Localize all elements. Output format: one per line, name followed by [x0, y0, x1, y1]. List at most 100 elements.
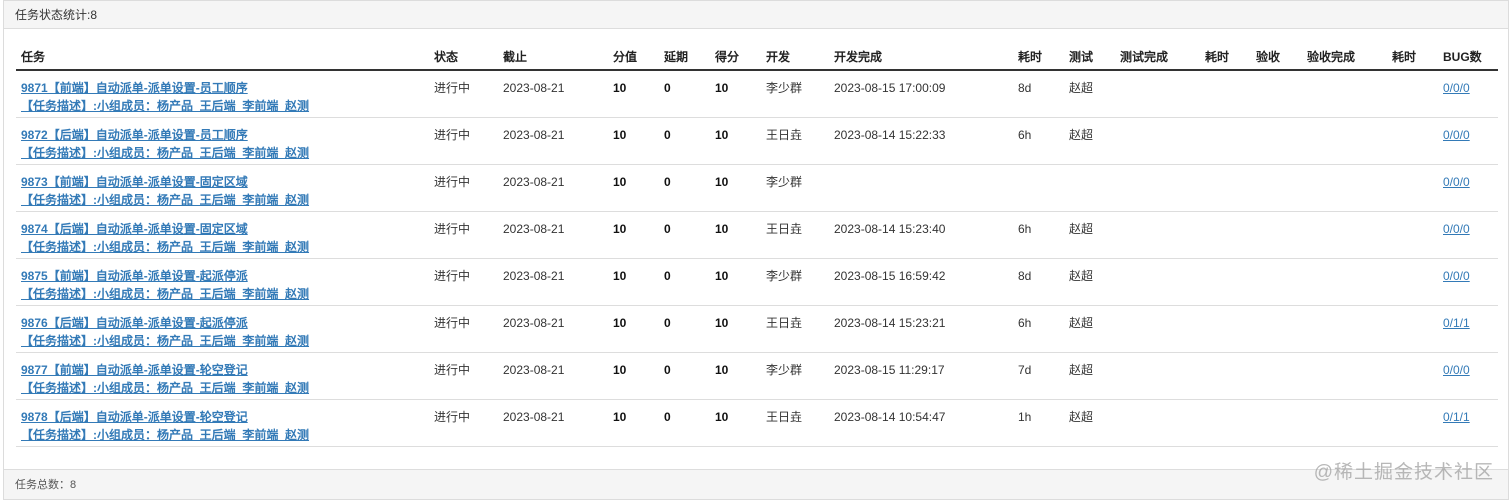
col-header-deadline: 截止 [498, 44, 608, 71]
accept-done-cell-text [1307, 400, 1387, 408]
dev-done-cell-text: 2023-08-15 11:29:17 [834, 363, 945, 377]
test-time-cell-text [1205, 71, 1251, 79]
col-header-test-done: 测试完成 [1115, 44, 1200, 71]
task-status-panel: 任务状态统计:8 任务 状态 截止 分值 延期 得分 开发 开发完成 耗时 测试… [3, 0, 1509, 500]
accept-time-cell-text [1392, 71, 1438, 79]
points-cell: 10 [710, 305, 761, 353]
task-description-link[interactable]: 【任务描述】:小组成员：杨产品_王后端_李前端_赵测 [21, 379, 429, 397]
test-done-cell-text [1120, 165, 1200, 173]
points-cell-text: 10 [715, 128, 729, 142]
accept-done-cell [1302, 117, 1387, 165]
task-cell-content: 9873【前端】自动派单-派单设置-固定区域 【任务描述】:小组成员：杨产品_王后… [21, 165, 429, 209]
score-cell: 10 [608, 352, 659, 400]
col-header-points: 得分 [710, 44, 761, 71]
points-cell-text: 10 [715, 175, 729, 189]
tester-cell: 赵超 [1064, 211, 1115, 259]
tester-cell-text: 赵超 [1069, 269, 1094, 283]
task-title-link[interactable]: 9877【前端】自动派单-派单设置-轮空登记 [21, 361, 429, 379]
dev-time-cell: 6h [1013, 117, 1064, 165]
bug-count-link[interactable]: 0/0/0 [1443, 81, 1470, 95]
task-title-link[interactable]: 9872【后端】自动派单-派单设置-员工顺序 [21, 126, 429, 144]
task-description-link[interactable]: 【任务描述】:小组成员：杨产品_王后端_李前端_赵测 [21, 144, 429, 162]
table-row: 9874【后端】自动派单-派单设置-固定区域 【任务描述】:小组成员：杨产品_王后… [16, 211, 1498, 259]
bug-count-link[interactable]: 0/0/0 [1443, 363, 1470, 377]
tester-cell: 赵超 [1064, 399, 1115, 447]
test-done-cell-text [1120, 306, 1200, 314]
task-cell-content: 9877【前端】自动派单-派单设置-轮空登记 【任务描述】:小组成员：杨产品_王后… [21, 353, 429, 397]
task-description-link[interactable]: 【任务描述】:小组成员：杨产品_王后端_李前端_赵测 [21, 191, 429, 209]
accept-time-cell [1387, 352, 1438, 400]
dev-done-cell-text: 2023-08-14 10:54:47 [834, 410, 946, 424]
developer-cell-text: 王日垚 [766, 410, 803, 424]
bug-count-link[interactable]: 0/0/0 [1443, 222, 1470, 236]
task-title-link[interactable]: 9871【前端】自动派单-派单设置-员工顺序 [21, 79, 429, 97]
bug-count-link[interactable]: 0/0/0 [1443, 175, 1470, 189]
acceptor-cell-text [1256, 71, 1302, 79]
deadline-cell-text: 2023-08-21 [503, 316, 565, 330]
score-cell-text: 10 [613, 316, 627, 330]
bug-count-cell: 0/0/0 [1438, 211, 1498, 259]
acceptor-cell-text [1256, 212, 1302, 220]
deadline-cell: 2023-08-21 [498, 399, 608, 447]
status-cell: 进行中 [429, 352, 498, 400]
acceptor-cell [1251, 352, 1302, 400]
accept-done-cell [1302, 399, 1387, 447]
accept-time-cell [1387, 70, 1438, 118]
task-description-link[interactable]: 【任务描述】:小组成员：杨产品_王后端_李前端_赵测 [21, 238, 429, 256]
bug-count-wrapper: 0/1/1 [1443, 306, 1498, 332]
task-title-link[interactable]: 9875【前端】自动派单-派单设置-起派停派 [21, 267, 429, 285]
col-header-tester: 测试 [1064, 44, 1115, 71]
score-cell-text: 10 [613, 269, 627, 283]
developer-cell: 王日垚 [761, 211, 829, 259]
score-cell: 10 [608, 305, 659, 353]
score-cell: 10 [608, 258, 659, 306]
developer-cell-text: 李少群 [766, 269, 803, 283]
task-cell-content: 9876【后端】自动派单-派单设置-起派停派 【任务描述】:小组成员：杨产品_王后… [21, 306, 429, 350]
accept-done-cell [1302, 164, 1387, 212]
score-cell: 10 [608, 211, 659, 259]
task-title-link[interactable]: 9876【后端】自动派单-派单设置-起派停派 [21, 314, 429, 332]
test-done-cell-text [1120, 212, 1200, 220]
test-done-cell-text [1120, 400, 1200, 408]
acceptor-cell [1251, 211, 1302, 259]
dev-done-cell: 2023-08-14 15:23:40 [829, 211, 1013, 259]
bug-count-wrapper: 0/1/1 [1443, 400, 1498, 426]
col-header-dev: 开发 [761, 44, 829, 71]
task-description-link[interactable]: 【任务描述】:小组成员：杨产品_王后端_李前端_赵测 [21, 97, 429, 115]
deadline-cell: 2023-08-21 [498, 117, 608, 165]
task-title-link[interactable]: 9873【前端】自动派单-派单设置-固定区域 [21, 173, 429, 191]
score-cell-text: 10 [613, 175, 627, 189]
tester-cell: 赵超 [1064, 258, 1115, 306]
bug-count-link[interactable]: 0/0/0 [1443, 269, 1470, 283]
tester-cell-text: 赵超 [1069, 128, 1094, 142]
bug-count-link[interactable]: 0/1/1 [1443, 316, 1470, 330]
dev-done-cell-text: 2023-08-14 15:22:33 [834, 128, 946, 142]
bug-count-cell: 0/0/0 [1438, 70, 1498, 118]
dev-time-cell-text: 6h [1018, 316, 1032, 330]
bug-count-link[interactable]: 0/1/1 [1443, 410, 1470, 424]
task-title-link[interactable]: 9878【后端】自动派单-派单设置-轮空登记 [21, 408, 429, 426]
bug-count-link[interactable]: 0/0/0 [1443, 128, 1470, 142]
test-time-cell-text [1205, 400, 1251, 408]
acceptor-cell [1251, 70, 1302, 118]
dev-done-cell-text: 2023-08-15 17:00:09 [834, 81, 946, 95]
bug-count-wrapper: 0/0/0 [1443, 353, 1498, 379]
task-title-link[interactable]: 9874【后端】自动派单-派单设置-固定区域 [21, 220, 429, 238]
task-cell: 9874【后端】自动派单-派单设置-固定区域 【任务描述】:小组成员：杨产品_王后… [16, 211, 429, 259]
table-row: 9876【后端】自动派单-派单设置-起派停派 【任务描述】:小组成员：杨产品_王后… [16, 305, 1498, 353]
tester-cell-text: 赵超 [1069, 81, 1094, 95]
dev-done-cell [829, 164, 1013, 212]
deadline-cell-text: 2023-08-21 [503, 363, 565, 377]
acceptor-cell-text [1256, 259, 1302, 267]
status-cell-text: 进行中 [434, 269, 471, 283]
deadline-cell: 2023-08-21 [498, 258, 608, 306]
task-cell: 9871【前端】自动派单-派单设置-员工顺序 【任务描述】:小组成员：杨产品_王后… [16, 70, 429, 118]
task-description-link[interactable]: 【任务描述】:小组成员：杨产品_王后端_李前端_赵测 [21, 332, 429, 350]
table-row: 9871【前端】自动派单-派单设置-员工顺序 【任务描述】:小组成员：杨产品_王后… [16, 70, 1498, 118]
dev-done-cell: 2023-08-14 15:23:21 [829, 305, 1013, 353]
dev-time-cell: 8d [1013, 70, 1064, 118]
task-description-link[interactable]: 【任务描述】:小组成员：杨产品_王后端_李前端_赵测 [21, 426, 429, 444]
col-header-accept-time: 耗时 [1387, 44, 1438, 71]
col-header-score: 分值 [608, 44, 659, 71]
task-description-link[interactable]: 【任务描述】:小组成员：杨产品_王后端_李前端_赵测 [21, 285, 429, 303]
